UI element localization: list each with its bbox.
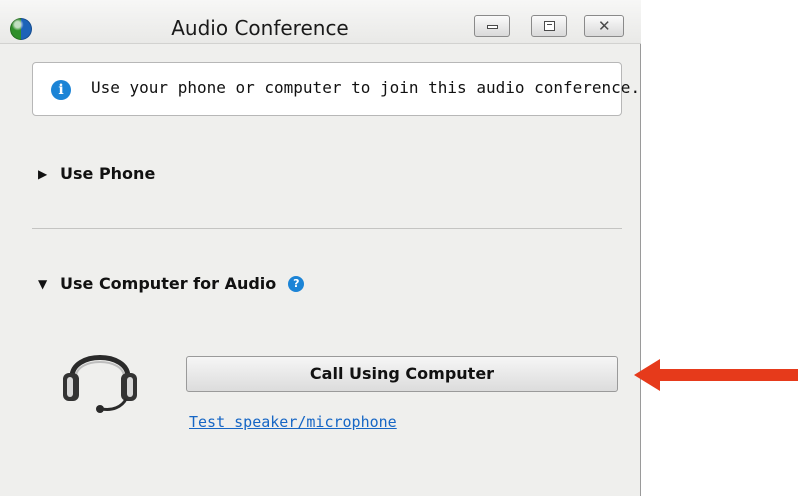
minimize-icon <box>487 25 498 29</box>
headset-icon <box>63 355 137 413</box>
call-using-computer-button[interactable]: Call Using Computer <box>186 356 618 392</box>
close-button[interactable]: ✕ <box>584 15 624 37</box>
title-bar[interactable]: Audio Conference ✕ <box>0 0 641 44</box>
section-use-computer[interactable]: ▼ Use Computer for Audio ? <box>38 274 305 293</box>
audio-conference-window: Audio Conference ✕ i Use your phone or c… <box>0 0 641 496</box>
maximize-button[interactable] <box>531 15 567 37</box>
info-text: Use your phone or computer to join this … <box>91 78 641 97</box>
section-use-phone-label: Use Phone <box>60 164 156 183</box>
maximize-icon <box>544 21 555 31</box>
help-icon[interactable]: ? <box>288 275 305 292</box>
window-title: Audio Conference <box>171 16 349 40</box>
expanded-triangle-icon: ▼ <box>38 276 48 291</box>
section-use-phone[interactable]: ▶ Use Phone <box>38 164 155 183</box>
collapsed-triangle-icon: ▶ <box>38 166 48 181</box>
info-banner: i Use your phone or computer to join thi… <box>32 62 640 116</box>
test-speaker-microphone-link[interactable]: Test speaker/microphone <box>189 413 397 431</box>
minimize-button[interactable] <box>474 15 510 37</box>
section-use-computer-label: Use Computer for Audio <box>60 274 277 293</box>
section-divider <box>32 228 622 229</box>
red-arrow-icon <box>634 359 798 391</box>
info-icon: i <box>51 80 71 100</box>
close-icon: ✕ <box>598 17 611 35</box>
